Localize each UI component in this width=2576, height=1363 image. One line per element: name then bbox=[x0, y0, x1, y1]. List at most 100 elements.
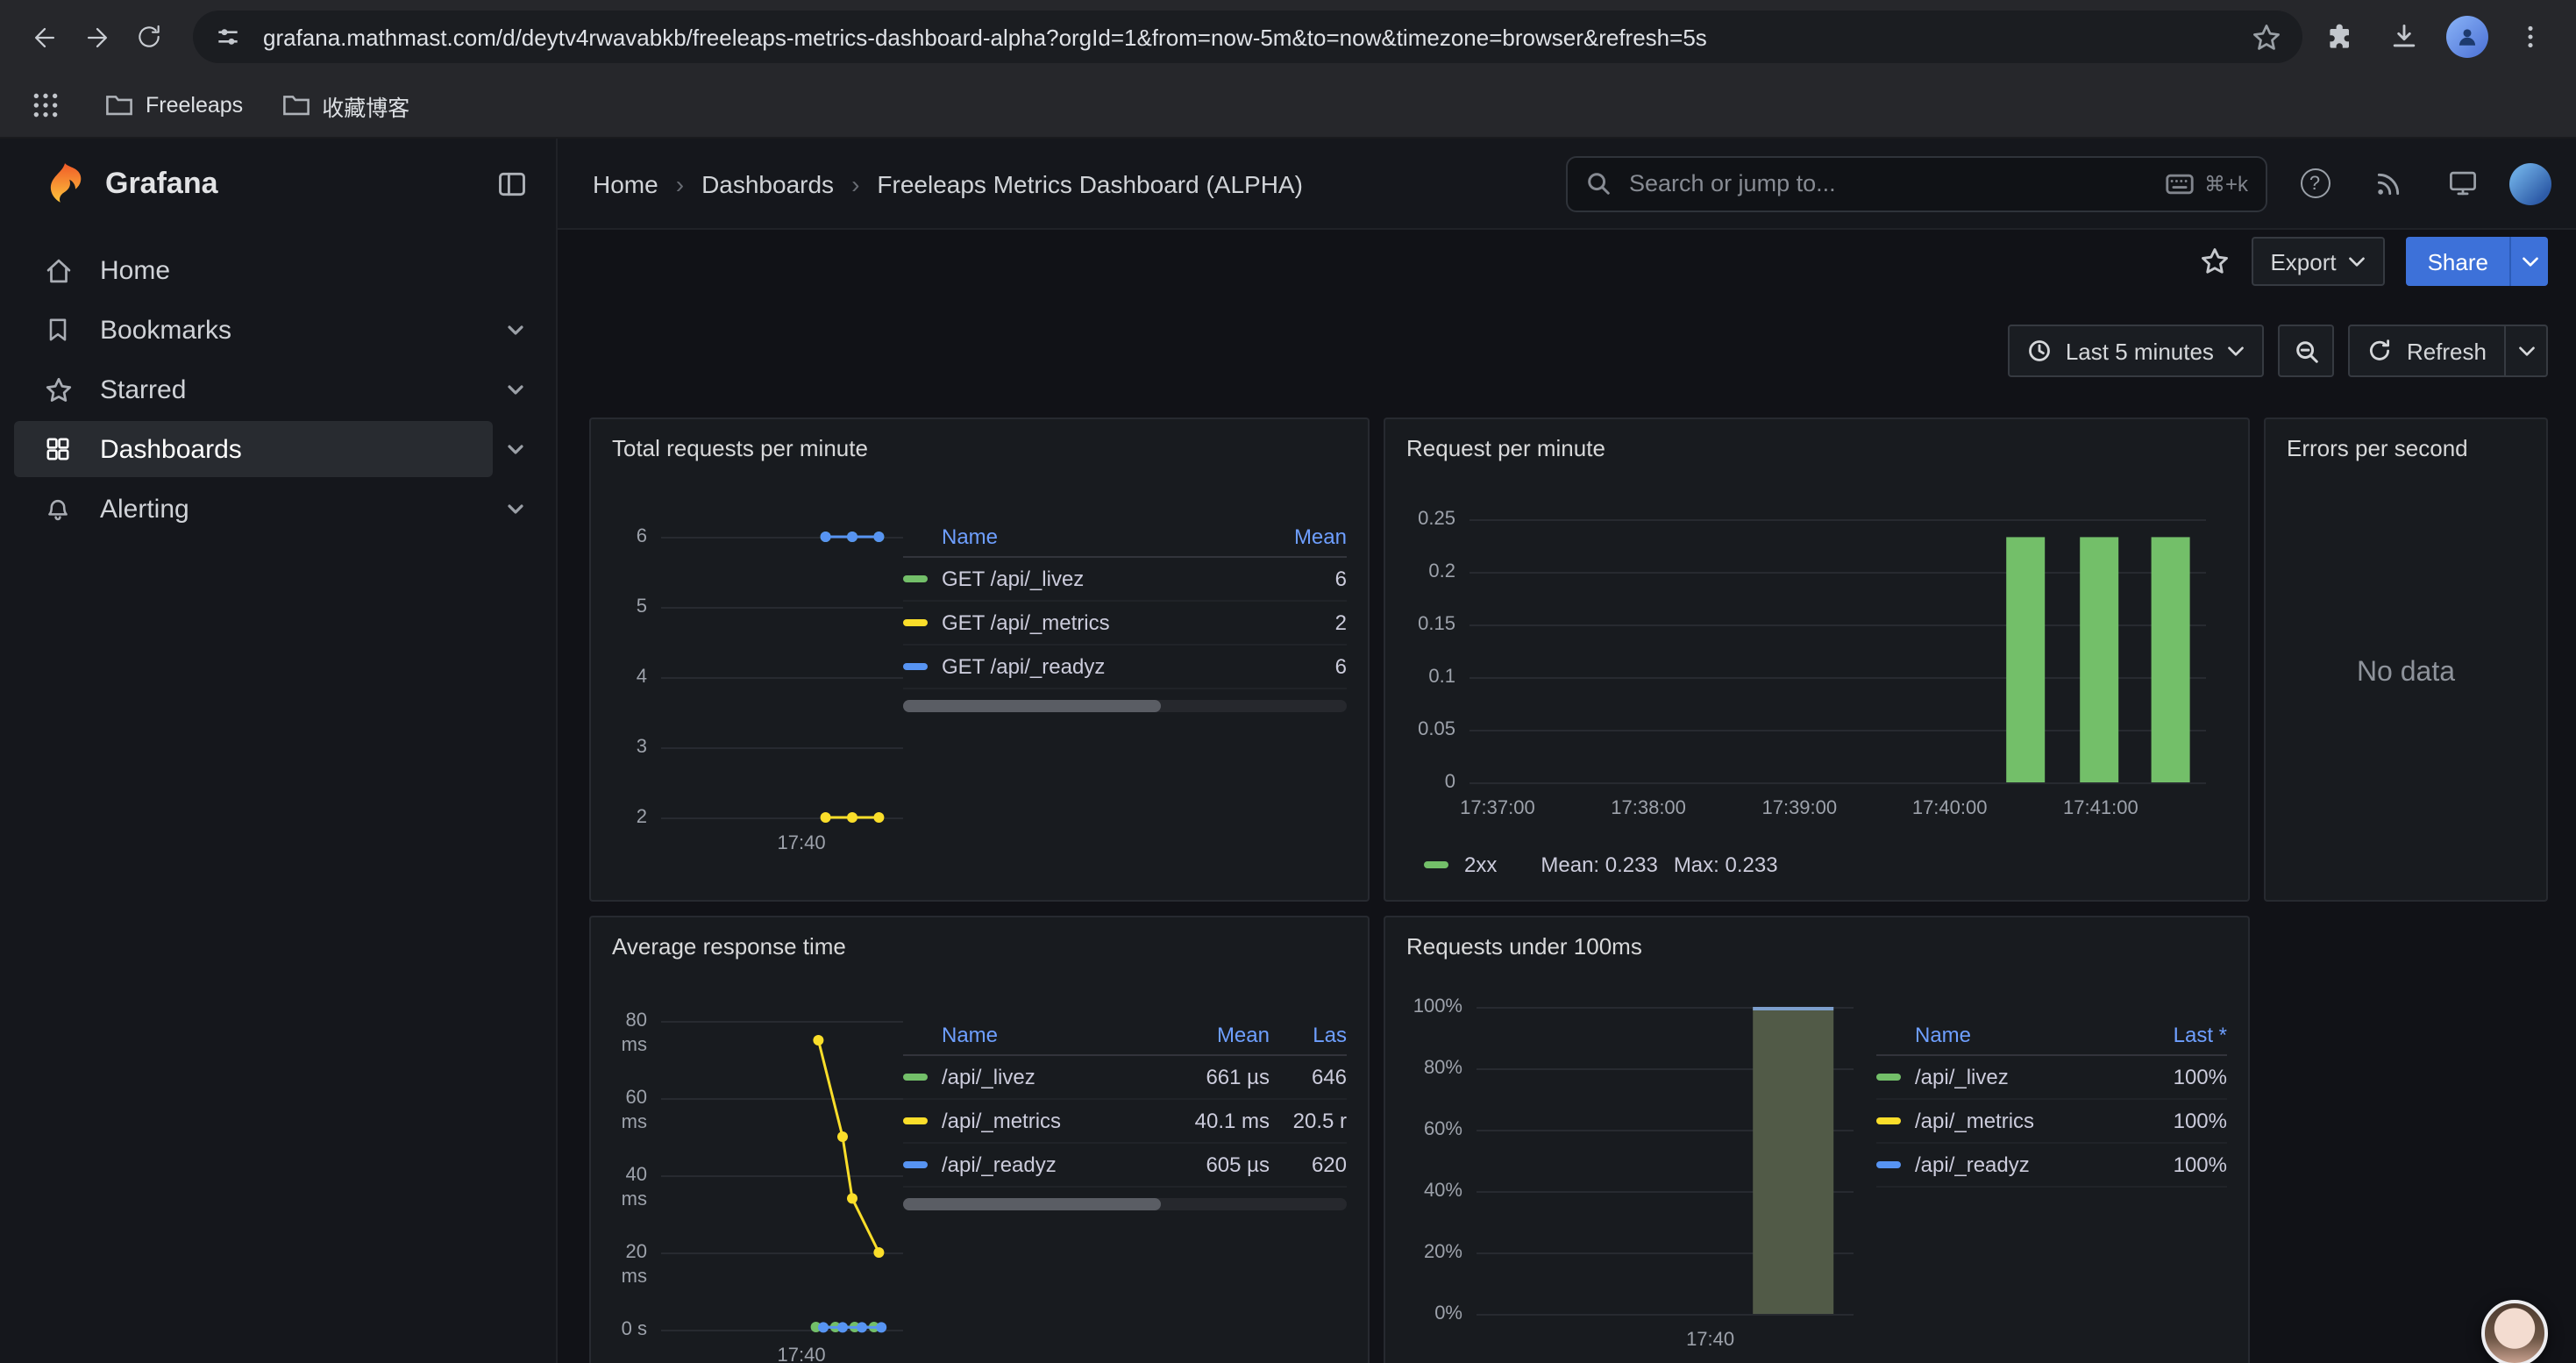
series-swatch-blue bbox=[1876, 1161, 1901, 1168]
series-last: 646 bbox=[1270, 1065, 1347, 1089]
keyboard-icon bbox=[2166, 173, 2194, 194]
series-swatch-yellow bbox=[903, 619, 928, 626]
series-name[interactable]: /api/_readyz bbox=[1915, 1152, 2030, 1177]
sidebar-item-starred[interactable]: Starred bbox=[0, 360, 556, 419]
forward-arrow-icon bbox=[82, 22, 111, 52]
clock-icon bbox=[2027, 339, 2052, 363]
browser-profile-avatar[interactable] bbox=[2446, 16, 2488, 58]
series-swatch-green bbox=[1424, 861, 1448, 868]
series-name[interactable]: /api/_livez bbox=[942, 1065, 1035, 1089]
forward-button[interactable] bbox=[70, 11, 123, 63]
sidebar-item-label: Starred bbox=[100, 375, 186, 404]
star-icon bbox=[44, 375, 75, 404]
series-swatch-blue bbox=[903, 663, 928, 670]
refresh-interval-button[interactable] bbox=[2504, 326, 2546, 375]
legend-mean-header[interactable]: Mean bbox=[1164, 1022, 1270, 1046]
panel-title[interactable]: Requests under 100ms bbox=[1385, 917, 2248, 977]
breadcrumb-home[interactable]: Home bbox=[593, 169, 658, 197]
grafana-logo bbox=[42, 161, 88, 208]
panel-title[interactable]: Request per minute bbox=[1385, 419, 2248, 479]
legend-row: GET /api/_metrics 2 bbox=[903, 602, 1347, 646]
chevron-down-icon[interactable] bbox=[493, 439, 538, 460]
series-last: 100% bbox=[2129, 1065, 2227, 1089]
help-button[interactable]: ? bbox=[2288, 155, 2341, 211]
collapse-sidebar-button[interactable] bbox=[496, 168, 528, 200]
legend-last-header[interactable]: Last * bbox=[2129, 1022, 2227, 1046]
series-name[interactable]: GET /api/_livez bbox=[942, 567, 1084, 591]
panel-title[interactable]: Total requests per minute bbox=[591, 419, 1368, 479]
chevron-down-icon bbox=[2517, 345, 2535, 357]
chevron-down-icon bbox=[2521, 255, 2538, 268]
series-mean: Mean: 0.233 bbox=[1541, 853, 1657, 877]
legend-name-header[interactable]: Name bbox=[1876, 1022, 2129, 1046]
site-settings-tune-icon[interactable] bbox=[214, 23, 242, 51]
apps-grid-icon[interactable] bbox=[25, 84, 67, 126]
folder-icon bbox=[105, 93, 133, 118]
scrollbar-thumb[interactable] bbox=[903, 700, 1160, 712]
favorite-star-button[interactable] bbox=[2198, 246, 2230, 277]
url-input[interactable] bbox=[260, 22, 2234, 52]
extensions-puzzle-icon[interactable] bbox=[2320, 16, 2362, 58]
download-icon[interactable] bbox=[2383, 16, 2425, 58]
series-name[interactable]: /api/_metrics bbox=[1915, 1109, 2034, 1133]
reload-button[interactable] bbox=[123, 11, 175, 63]
news-rss-button[interactable] bbox=[2362, 155, 2415, 211]
browser-menu-kebab-icon[interactable] bbox=[2509, 16, 2551, 58]
dashboard-canvas: Export Share Last 5 minutes bbox=[558, 230, 2576, 1363]
browser-chrome: Freeleaps 收藏博客 bbox=[0, 0, 2576, 139]
sidebar-item-dashboards[interactable]: Dashboards bbox=[0, 419, 556, 479]
chat-widget-avatar[interactable] bbox=[2481, 1300, 2548, 1363]
user-avatar[interactable] bbox=[2509, 162, 2551, 204]
sidebar-item-home[interactable]: Home bbox=[0, 240, 556, 300]
chart-under-100ms: 100%80%60%40%20%0%17:40 bbox=[1406, 1007, 1854, 1359]
bookmark-folder-freeleaps[interactable]: Freeleaps bbox=[105, 93, 243, 118]
series-name[interactable]: 2xx bbox=[1464, 853, 1497, 877]
share-menu-button[interactable] bbox=[2509, 237, 2548, 286]
chart-total-requests: 6543217:40 bbox=[612, 537, 903, 863]
time-range-picker[interactable]: Last 5 minutes bbox=[2008, 325, 2265, 377]
share-button[interactable]: Share bbox=[2407, 237, 2509, 286]
export-button[interactable]: Export bbox=[2251, 237, 2385, 286]
panel-title[interactable]: Average response time bbox=[591, 917, 1368, 977]
series-name[interactable]: /api/_livez bbox=[1915, 1065, 2009, 1089]
legend-last-header[interactable]: Las bbox=[1270, 1022, 1347, 1046]
time-controls: Last 5 minutes Refresh bbox=[2008, 325, 2548, 377]
url-bar[interactable] bbox=[193, 11, 2302, 63]
breadcrumb-separator: › bbox=[676, 169, 684, 197]
series-name[interactable]: GET /api/_readyz bbox=[942, 654, 1105, 679]
series-swatch-yellow bbox=[903, 1117, 928, 1124]
bookmark-folder-blogs[interactable]: 收藏博客 bbox=[281, 89, 409, 122]
series-last: 20.5 r bbox=[1270, 1109, 1347, 1133]
legend-value-header[interactable]: Mean bbox=[1249, 524, 1347, 548]
scrollbar-thumb[interactable] bbox=[903, 1198, 1160, 1210]
legend-name-header[interactable]: Name bbox=[903, 1022, 1164, 1046]
refresh-button[interactable]: Refresh bbox=[2351, 326, 2504, 375]
series-name[interactable]: /api/_metrics bbox=[942, 1109, 1061, 1133]
series-name[interactable]: GET /api/_metrics bbox=[942, 610, 1110, 635]
display-button[interactable] bbox=[2436, 155, 2488, 211]
panel-errors-per-second: Errors per second No data bbox=[2264, 417, 2548, 902]
chevron-down-icon[interactable] bbox=[493, 379, 538, 400]
legend-table: Name Last * /api/_livez 100% /api/_metri… bbox=[1876, 1014, 2227, 1188]
legend-name-header[interactable]: Name bbox=[903, 524, 1249, 548]
sidebar-item-label: Bookmarks bbox=[100, 315, 231, 345]
search-shortcut: ⌘+k bbox=[2166, 171, 2248, 196]
series-name[interactable]: /api/_readyz bbox=[942, 1152, 1057, 1177]
zoom-out-icon bbox=[2294, 338, 2320, 364]
panel-title[interactable]: Errors per second bbox=[2266, 419, 2546, 479]
sidebar-nav: Home Bookmarks bbox=[0, 230, 556, 549]
zoom-out-button[interactable] bbox=[2279, 325, 2335, 377]
sidebar-item-alerting[interactable]: Alerting bbox=[0, 479, 556, 539]
search-input[interactable] bbox=[1626, 168, 2152, 198]
sidebar-item-bookmarks[interactable]: Bookmarks bbox=[0, 300, 556, 360]
breadcrumb-dashboards[interactable]: Dashboards bbox=[701, 169, 834, 197]
search-box[interactable]: ⌘+k bbox=[1566, 155, 2267, 211]
reload-icon bbox=[135, 23, 163, 51]
screen: Freeleaps 收藏博客 Grafana bbox=[0, 0, 2576, 1363]
legend-table: Name Mean GET /api/_livez 6 GET /api/_me… bbox=[903, 516, 1347, 712]
back-button[interactable] bbox=[18, 11, 70, 63]
chevron-down-icon[interactable] bbox=[493, 498, 538, 519]
chevron-down-icon[interactable] bbox=[493, 319, 538, 340]
brand-title: Grafana bbox=[105, 167, 218, 202]
bookmark-star-icon[interactable] bbox=[2252, 22, 2281, 52]
